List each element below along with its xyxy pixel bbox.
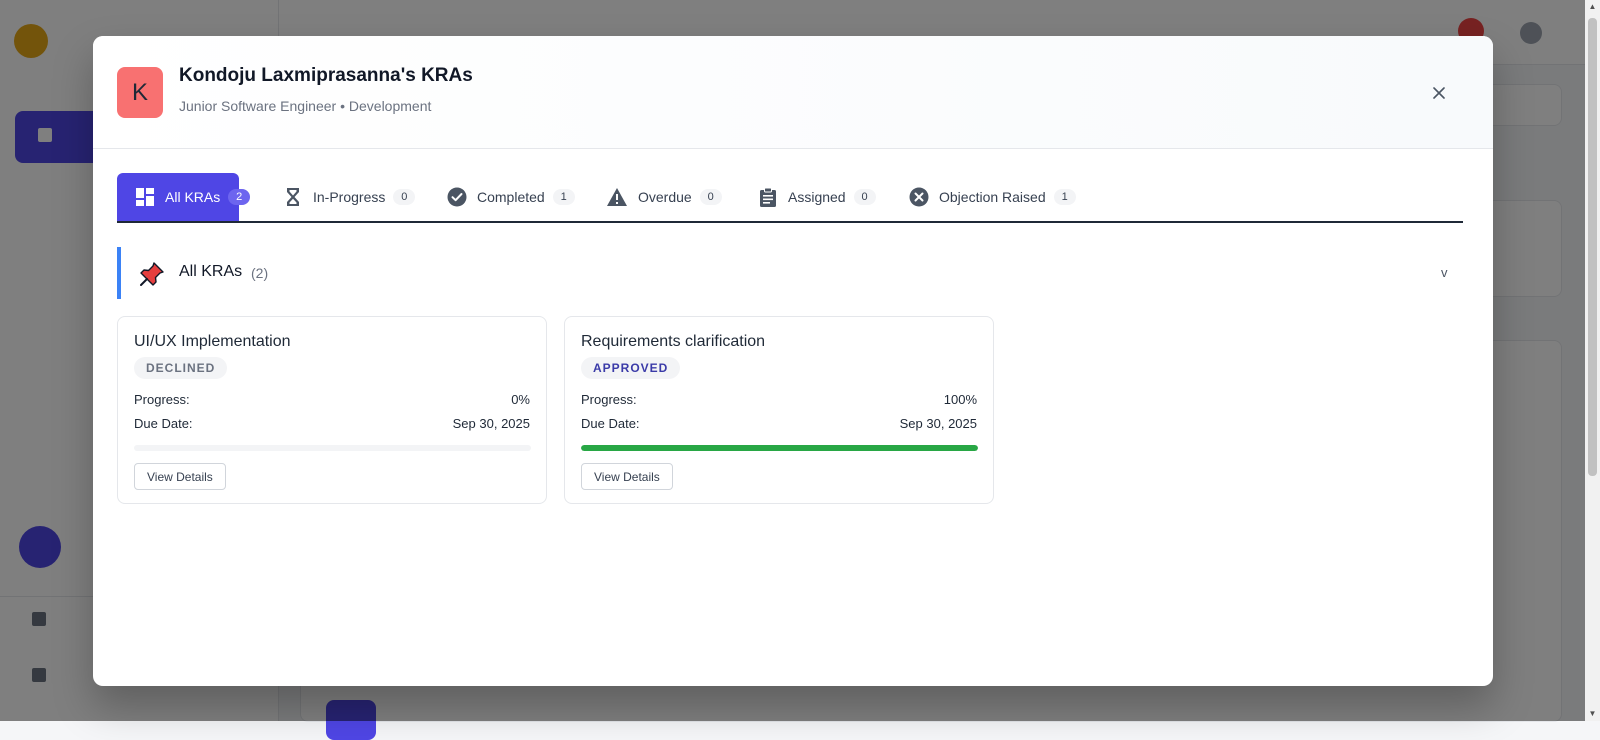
tab-count-badge: 1 bbox=[1053, 189, 1076, 205]
modal-header: K Kondoju Laxmiprasanna's KRAs Junior So… bbox=[93, 36, 1493, 149]
view-details-button[interactable]: View Details bbox=[581, 463, 673, 490]
progress-bar-fill bbox=[581, 445, 978, 451]
scroll-down-arrow-icon[interactable]: ▼ bbox=[1585, 707, 1600, 721]
kra-card: UI/UX Implementation DECLINED Progress: … bbox=[117, 316, 547, 504]
progress-value: 100% bbox=[943, 392, 977, 407]
kra-modal: K Kondoju Laxmiprasanna's KRAs Junior So… bbox=[93, 36, 1493, 686]
due-date-value: Sep 30, 2025 bbox=[899, 416, 977, 431]
scroll-up-arrow-icon[interactable]: ▲ bbox=[1585, 0, 1600, 14]
page-scrollbar[interactable]: ▲ ▼ bbox=[1585, 0, 1600, 721]
due-date-label: Due Date: bbox=[134, 416, 193, 431]
tab-count-badge: 2 bbox=[228, 189, 251, 205]
warning-icon bbox=[606, 187, 628, 207]
kra-title: Requirements clarification bbox=[581, 333, 766, 350]
clipboard-icon bbox=[758, 187, 778, 207]
due-date-value: Sep 30, 2025 bbox=[452, 416, 530, 431]
status-badge: DECLINED bbox=[134, 357, 228, 379]
hourglass-icon bbox=[283, 187, 303, 207]
section-title: All KRAs bbox=[179, 263, 243, 280]
tab-label: Overdue bbox=[638, 189, 692, 205]
close-icon bbox=[1433, 87, 1445, 99]
tab-in-progress[interactable]: In-Progress 0 bbox=[283, 173, 416, 221]
due-date-label: Due Date: bbox=[581, 416, 640, 431]
progress-bar bbox=[134, 445, 531, 451]
kra-section-header[interactable]: All KRAs (2) v bbox=[117, 247, 1467, 299]
section-count: (2) bbox=[251, 265, 269, 281]
tab-count-badge: 0 bbox=[853, 189, 876, 205]
tab-label: All KRAs bbox=[165, 189, 221, 205]
scrollbar-thumb[interactable] bbox=[1588, 18, 1597, 476]
modal-title: Kondoju Laxmiprasanna's KRAs bbox=[179, 65, 473, 86]
tab-label: Assigned bbox=[788, 189, 846, 205]
tab-overdue[interactable]: Overdue 0 bbox=[606, 173, 722, 221]
progress-label: Progress: bbox=[134, 392, 190, 407]
employee-avatar: K bbox=[117, 67, 163, 118]
tab-objection-raised[interactable]: Objection Raised 1 bbox=[909, 173, 1076, 221]
chevron-down-icon[interactable]: v bbox=[1441, 265, 1448, 280]
x-circle-icon bbox=[909, 187, 929, 207]
status-badge: APPROVED bbox=[581, 357, 681, 379]
modal-subtitle: Junior Software Engineer • Development bbox=[179, 98, 432, 114]
progress-bar bbox=[581, 445, 978, 451]
kra-title: UI/UX Implementation bbox=[134, 333, 291, 350]
pushpin-icon bbox=[139, 261, 165, 287]
progress-value: 0% bbox=[511, 392, 530, 407]
tab-assigned[interactable]: Assigned 0 bbox=[758, 173, 876, 221]
tab-count-badge: 0 bbox=[699, 189, 722, 205]
kra-card: Requirements clarification APPROVED Prog… bbox=[564, 316, 994, 504]
kra-tabs: All KRAs 2 In-Progress 0 Completed 1 Ove… bbox=[117, 173, 1463, 223]
tab-label: Completed bbox=[477, 189, 545, 205]
progress-label: Progress: bbox=[581, 392, 637, 407]
view-details-button[interactable]: View Details bbox=[134, 463, 226, 490]
tab-label: Objection Raised bbox=[939, 189, 1046, 205]
tab-count-badge: 0 bbox=[393, 189, 416, 205]
close-button[interactable] bbox=[1427, 81, 1451, 105]
tab-label: In-Progress bbox=[313, 189, 386, 205]
tab-completed[interactable]: Completed 1 bbox=[447, 173, 575, 221]
tab-count-badge: 1 bbox=[552, 189, 575, 205]
dashboard-icon bbox=[135, 187, 155, 207]
tab-all-kras[interactable]: All KRAs 2 bbox=[117, 173, 251, 221]
check-circle-icon bbox=[447, 187, 467, 207]
